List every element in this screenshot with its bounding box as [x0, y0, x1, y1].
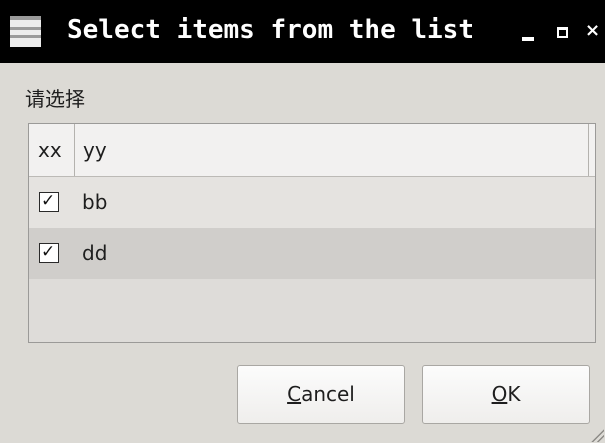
checkmark-icon: ✓	[41, 242, 56, 262]
maximize-button[interactable]	[553, 0, 575, 63]
title-bar[interactable]: Select items from the list ×	[0, 0, 605, 63]
list-row[interactable]: ✓ dd	[29, 228, 595, 279]
row-checkbox[interactable]: ✓	[39, 242, 59, 263]
resize-grip[interactable]	[590, 428, 604, 442]
ok-mnemonic: O	[491, 382, 508, 406]
row-value: dd	[82, 241, 108, 265]
cancel-label-rest: ancel	[301, 382, 355, 406]
ok-button[interactable]: OK	[422, 365, 590, 424]
checkmark-icon: ✓	[41, 191, 56, 211]
maximize-icon	[557, 27, 568, 38]
window-title: Select items from the list	[67, 15, 474, 45]
column-header-xx[interactable]: xx	[29, 124, 75, 176]
close-icon: ×	[585, 20, 601, 41]
list-row[interactable]: ✓ bb	[29, 177, 595, 228]
selection-list[interactable]: xx yy ✓ bb ✓ dd	[28, 123, 596, 343]
cancel-button[interactable]: Cancel	[237, 365, 405, 424]
dialog-window: Select items from the list × 请选择 xx yy ✓…	[0, 0, 605, 443]
app-icon-stripe	[10, 27, 41, 30]
app-icon-stripe	[10, 35, 41, 38]
close-button[interactable]: ×	[583, 0, 605, 63]
app-menu-icon[interactable]	[10, 16, 41, 47]
minimize-button[interactable]	[518, 0, 540, 63]
row-value: bb	[82, 190, 108, 214]
prompt-label: 请选择	[25, 87, 85, 111]
column-header-yy[interactable]: yy	[75, 124, 589, 176]
list-header: xx yy	[29, 124, 595, 177]
row-checkbox[interactable]: ✓	[39, 191, 59, 212]
cancel-mnemonic: C	[287, 382, 302, 406]
minimize-icon	[522, 37, 534, 41]
ok-label-rest: K	[507, 382, 521, 406]
